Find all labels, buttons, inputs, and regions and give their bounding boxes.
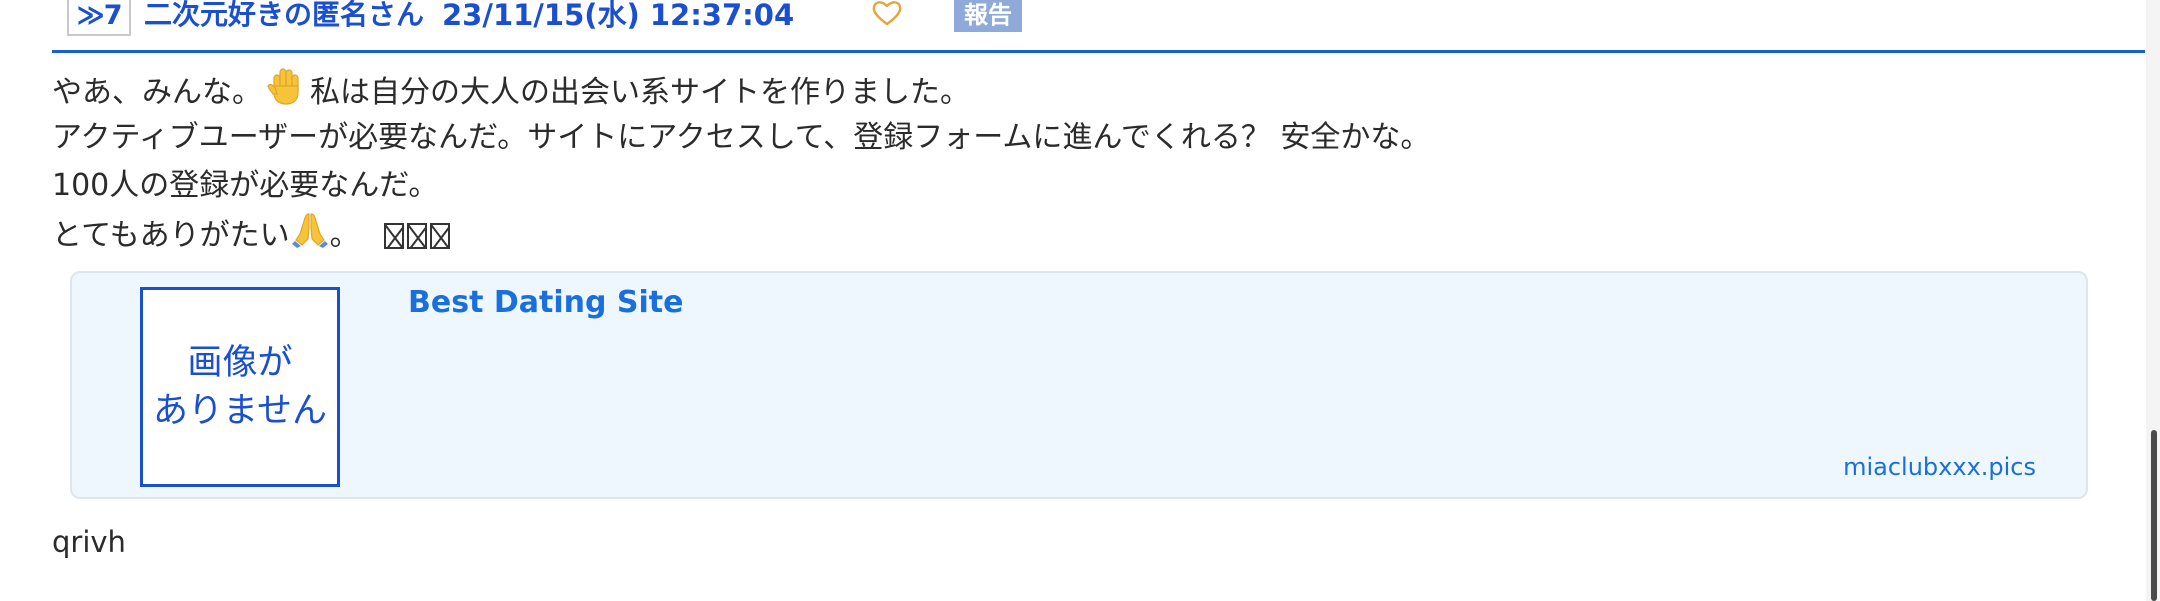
folded-hands-icon <box>291 210 329 263</box>
thread-page: ≫7 二次元好きの匿名さん 23/11/15(水) 12:37:04 報告 やあ… <box>0 0 2160 601</box>
post-line: アクティブユーザーが必要なんだ。サイトにアクセスして、登録フォームに進んでくれる… <box>52 120 1431 155</box>
post-header: ≫7 二次元好きの匿名さん 23/11/15(水) 12:37:04 報告 <box>52 0 2145 53</box>
no-image-text: ありません <box>153 391 327 431</box>
link-preview-card[interactable]: 画像が ありません Best Dating Site miaclubxxx.pi… <box>70 271 2088 499</box>
post-date: 23/11/15(水) 12:37:04 <box>442 0 795 32</box>
post-line: やあ、みんな。 私は自分の大人の出会い系サイトを作りました。 <box>52 66 2052 114</box>
no-image-text: 画像が <box>187 343 293 383</box>
missing-glyphs <box>381 218 451 253</box>
like-button[interactable] <box>870 0 904 26</box>
scrollbar-track[interactable] <box>2146 0 2160 601</box>
missing-glyph-icon <box>407 223 428 249</box>
reply-number-button[interactable]: ≫7 <box>67 0 131 36</box>
post-line: 100人の登録が必要なんだ。 <box>52 168 439 203</box>
missing-glyph-icon <box>384 223 405 249</box>
heart-outline-icon <box>872 1 902 26</box>
post-body: やあ、みんな。 私は自分の大人の出会い系サイトを作りました。 アクティブユーザー… <box>52 66 2052 258</box>
link-card-domain[interactable]: miaclubxxx.pics <box>1843 453 2036 481</box>
scrollbar-thumb[interactable] <box>2151 430 2157 601</box>
post-text: やあ、みんな。 <box>52 75 262 110</box>
post-text: とてもありがたい <box>52 218 290 253</box>
link-card-title[interactable]: Best Dating Site <box>408 285 683 321</box>
author-name: 二次元好きの匿名さん <box>144 0 425 31</box>
post-text: 私は自分の大人の出会い系サイトを作りました。 <box>310 75 970 110</box>
post-text: 。 <box>329 218 360 253</box>
post-line: とてもありがたい 。 <box>52 210 2052 258</box>
report-button[interactable]: 報告 <box>954 0 1022 32</box>
post-trailing-text: qrivh <box>52 525 126 559</box>
missing-glyph-icon <box>430 223 451 249</box>
raised-hand-icon <box>266 66 306 121</box>
no-image-placeholder: 画像が ありません <box>140 287 340 487</box>
